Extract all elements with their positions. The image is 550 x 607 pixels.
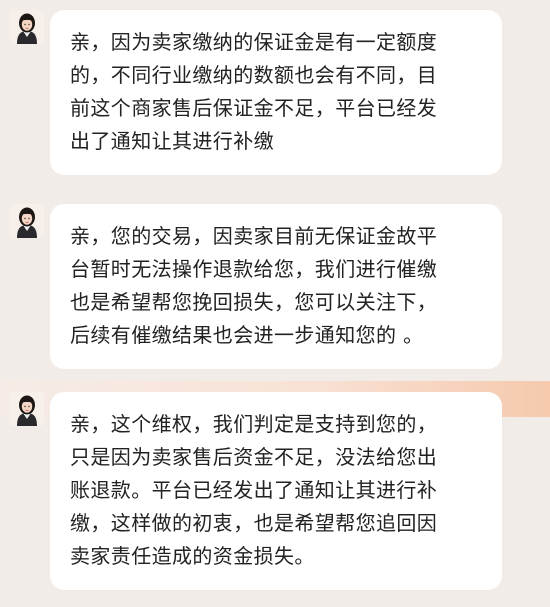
message-text-line: 的，不同行业缴纳的数额也会有不同，目 bbox=[70, 63, 438, 87]
message-text-line: 亲，这个维权，我们判定是支持到您的， bbox=[70, 412, 438, 436]
female-agent-avatar-icon[interactable] bbox=[10, 392, 44, 426]
message-bubble[interactable]: 亲，这个维权，我们判定是支持到您的， 只是因为卖家售后资金不足，没法给您出 账退… bbox=[50, 392, 502, 590]
message-text-line: 账退款。平台已经发出了通知让其进行补 bbox=[70, 478, 438, 502]
female-agent-avatar-icon[interactable] bbox=[10, 10, 44, 44]
message-text-line: 台暂时无法操作退款给您，我们进行催缴 bbox=[70, 257, 438, 281]
message-text-line: 卖家责任造成的资金损失。 bbox=[70, 544, 315, 568]
message-text-line: 亲，您的交易，因卖家目前无保证金故平 bbox=[70, 224, 438, 248]
message-text-line: 也是希望帮您挽回损失，您可以关注下， bbox=[70, 290, 438, 314]
message-bubble[interactable]: 亲，因为卖家缴纳的保证金是有一定额度 的，不同行业缴纳的数额也会有不同，目 前这… bbox=[50, 10, 502, 175]
message-text-line: 亲，因为卖家缴纳的保证金是有一定额度 bbox=[70, 30, 438, 54]
message-text-line: 后续有催缴结果也会进一步通知您的 。 bbox=[70, 323, 424, 347]
message-text-line: 缴，这样做的初衷，也是希望帮您追回因 bbox=[70, 511, 438, 535]
message-text-line: 只是因为卖家售后资金不足，没法给您出 bbox=[70, 445, 438, 469]
message-text-line: 前这个商家售后保证金不足，平台已经发 bbox=[70, 96, 438, 120]
message-text-line: 出了通知让其进行补缴 bbox=[70, 129, 274, 153]
female-agent-avatar-icon[interactable] bbox=[10, 204, 44, 238]
message-bubble[interactable]: 亲，您的交易，因卖家目前无保证金故平 台暂时无法操作退款给您，我们进行催缴 也是… bbox=[50, 204, 502, 369]
